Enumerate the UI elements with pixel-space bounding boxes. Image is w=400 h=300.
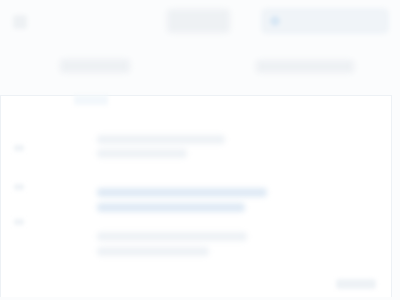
footer-link[interactable] xyxy=(336,279,376,289)
secondary-left-label xyxy=(60,59,130,73)
list-marker xyxy=(14,219,24,225)
list-item[interactable] xyxy=(97,247,209,256)
list-marker xyxy=(14,184,24,190)
top-center-button[interactable] xyxy=(167,9,230,33)
list-marker xyxy=(14,145,24,151)
list-item[interactable] xyxy=(97,188,267,197)
list-item[interactable] xyxy=(97,135,225,144)
panel-accent xyxy=(74,95,108,105)
list-item[interactable] xyxy=(97,232,247,241)
app-page xyxy=(0,0,400,300)
search-icon xyxy=(270,16,280,26)
search-field[interactable] xyxy=(261,8,389,34)
list-item[interactable] xyxy=(97,149,187,158)
menu-icon[interactable] xyxy=(13,15,27,29)
secondary-right-label xyxy=(256,60,354,73)
list-item[interactable] xyxy=(97,203,245,212)
